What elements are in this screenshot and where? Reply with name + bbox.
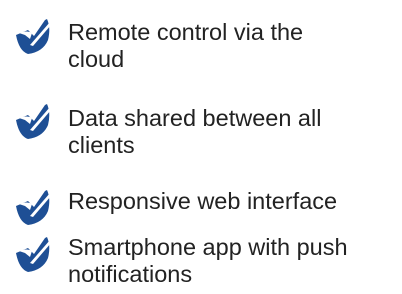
checkmark-circle-icon <box>13 189 51 227</box>
feature-label-line-1: Responsive web interface <box>68 188 338 214</box>
feature-label: Responsive web interface <box>68 188 398 215</box>
feature-label-line-2: cloud <box>68 46 125 72</box>
feature-label-line-1: Smartphone app with push <box>68 234 348 260</box>
checkmark-circle-icon <box>13 103 51 141</box>
feature-label: Data shared between all clients <box>68 105 398 159</box>
feature-label: Smartphone app with push notifications <box>68 234 398 288</box>
feature-label-line-1: Data shared between all <box>68 105 322 131</box>
feature-label-line-2: clients <box>68 132 135 158</box>
checkmark-circle-icon <box>13 236 51 274</box>
feature-label-line-1: Remote control via the <box>68 19 304 45</box>
feature-label: Remote control via the cloud <box>68 19 398 73</box>
feature-list: Remote control via the cloud Data shared… <box>0 0 402 294</box>
checkmark-circle-icon <box>13 18 51 56</box>
feature-label-line-2: notifications <box>68 261 193 287</box>
